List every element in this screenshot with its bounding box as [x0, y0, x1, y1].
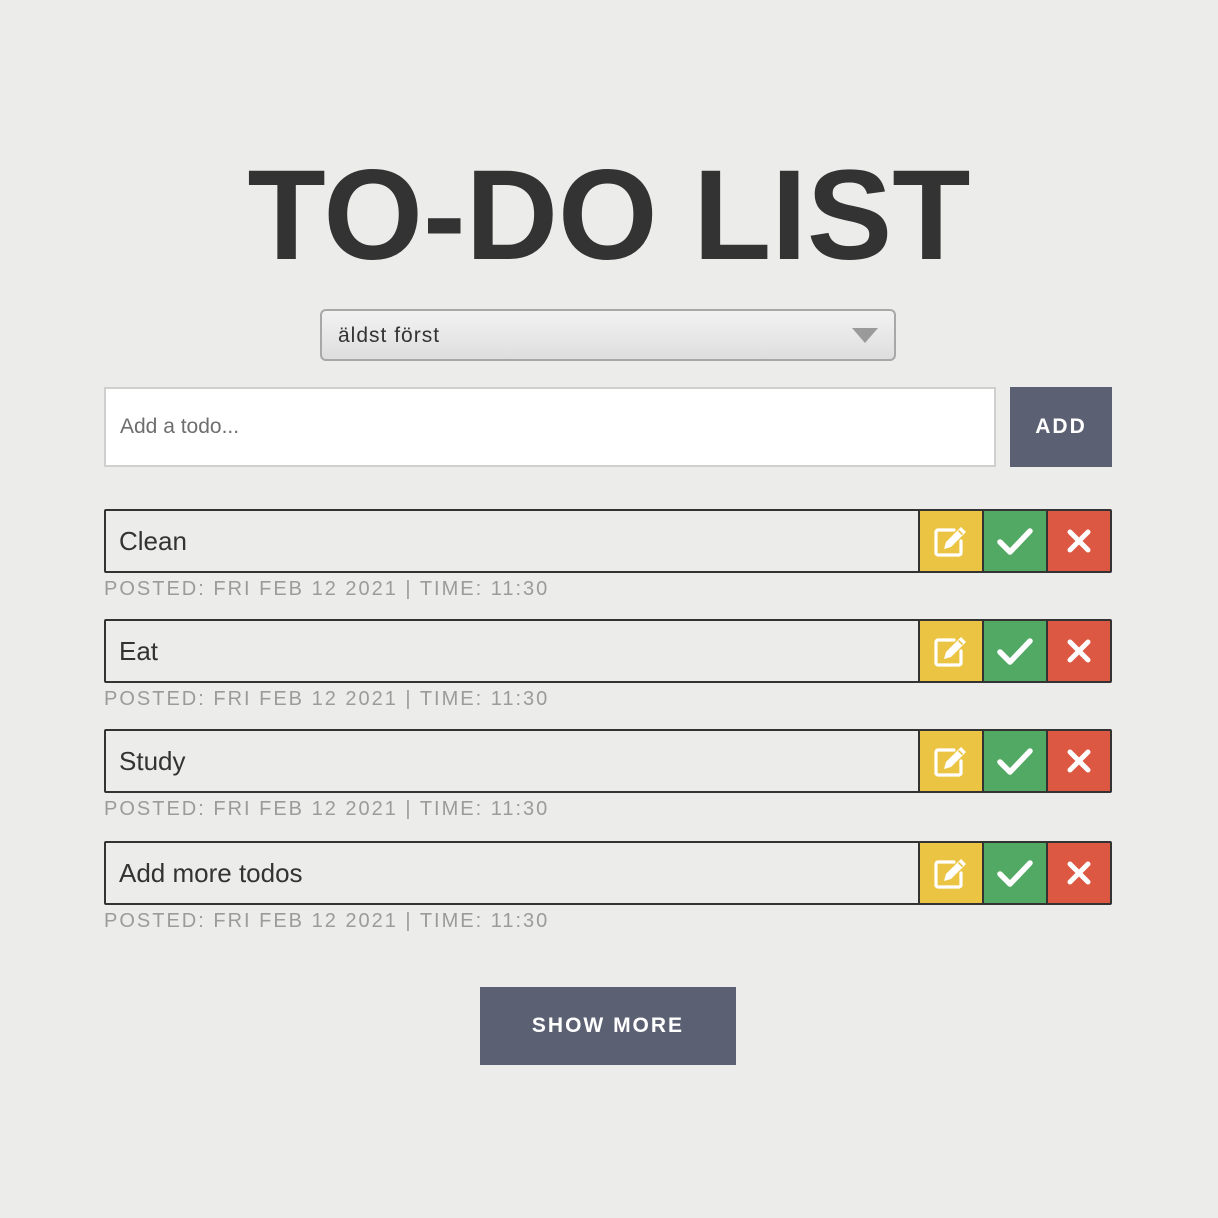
todo-item: Eat POSTED: FRI FEB 12 2021 | TIME: 11:3	[104, 619, 1112, 729]
todo-item: Study POSTED: FRI FEB 12 2021 | TIME: 11	[104, 729, 1112, 841]
page-title: TO-DO LIST	[247, 144, 971, 287]
delete-todo-button[interactable]	[1046, 621, 1110, 681]
edit-icon	[934, 637, 966, 667]
show-more-button[interactable]: SHOW MORE	[480, 987, 736, 1065]
edit-icon	[934, 527, 966, 557]
edit-todo-button[interactable]	[918, 843, 982, 903]
todo-timestamp: POSTED: FRI FEB 12 2021 | TIME: 11:30	[104, 688, 550, 710]
edit-icon	[934, 859, 966, 889]
close-icon	[1067, 639, 1091, 663]
add-todo-input[interactable]	[104, 387, 996, 467]
dropdown-arrow-icon	[852, 328, 878, 343]
edit-todo-button[interactable]	[918, 511, 982, 571]
close-icon	[1067, 529, 1091, 553]
todo-item: Add more todos POSTED: FRI FEB 12 2021 |	[104, 841, 1112, 951]
close-icon	[1067, 749, 1091, 773]
add-todo-button[interactable]: ADD	[1010, 387, 1112, 467]
todo-text: Eat	[119, 636, 159, 666]
todo-row: Study	[104, 729, 1112, 793]
todo-timestamp: POSTED: FRI FEB 12 2021 | TIME: 11:30	[104, 910, 550, 932]
todo-item: Clean POSTED: FRI FEB 12 2021 | TIME: 11	[104, 509, 1112, 619]
delete-todo-button[interactable]	[1046, 731, 1110, 791]
edit-icon	[934, 747, 966, 777]
check-icon	[997, 528, 1033, 555]
check-icon	[997, 748, 1033, 775]
check-icon	[997, 860, 1033, 887]
complete-todo-button[interactable]	[982, 511, 1046, 571]
todo-list: Clean POSTED: FRI FEB 12 2021 | TIME: 11	[104, 509, 1112, 951]
complete-todo-button[interactable]	[982, 731, 1046, 791]
todo-row: Add more todos	[104, 841, 1112, 905]
todo-text: Add more todos	[119, 858, 303, 888]
sort-order-value: äldst först	[338, 324, 441, 347]
delete-todo-button[interactable]	[1046, 511, 1110, 571]
check-icon	[997, 638, 1033, 665]
todo-timestamp: POSTED: FRI FEB 12 2021 | TIME: 11:30	[104, 578, 550, 600]
edit-todo-button[interactable]	[918, 621, 982, 681]
delete-todo-button[interactable]	[1046, 843, 1110, 903]
edit-todo-button[interactable]	[918, 731, 982, 791]
sort-order-select[interactable]: äldst först	[320, 309, 896, 361]
complete-todo-button[interactable]	[982, 621, 1046, 681]
todo-row: Eat	[104, 619, 1112, 683]
close-icon	[1067, 861, 1091, 885]
complete-todo-button[interactable]	[982, 843, 1046, 903]
todo-text: Clean	[119, 526, 187, 556]
todo-row: Clean	[104, 509, 1112, 573]
todo-timestamp: POSTED: FRI FEB 12 2021 | TIME: 11:30	[104, 798, 550, 820]
todo-text: Study	[119, 746, 186, 776]
